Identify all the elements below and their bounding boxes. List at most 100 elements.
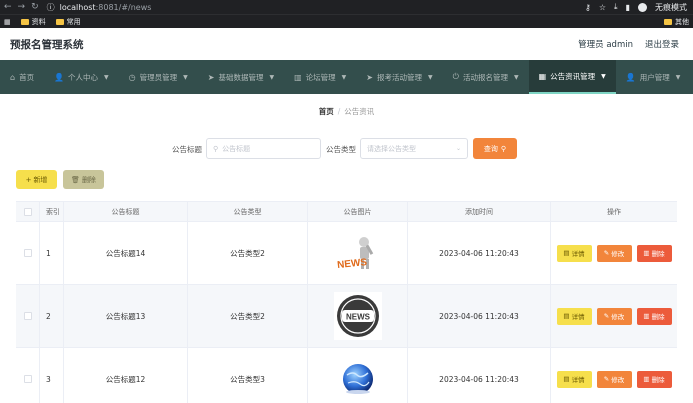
nav-item-forum[interactable]: ▥ 论坛管理 ▼	[284, 60, 356, 94]
news-table: 索引 公告标题 公告类型 公告图片 添加时间 操作 1 公告标题14 公告类型2…	[16, 201, 677, 403]
logout-link[interactable]: 退出登录	[645, 38, 679, 50]
batch-delete-button[interactable]: 🗑 删除	[63, 170, 104, 189]
app-title: 预报名管理系统	[10, 38, 84, 51]
star-icon[interactable]: ☆	[599, 3, 606, 12]
select-all-checkbox[interactable]	[23, 207, 32, 216]
title-search-input[interactable]: ⚲ 公告标题	[206, 138, 321, 159]
nav-item-exam-activity[interactable]: ➤ 报考活动管理 ▼	[356, 60, 442, 94]
title-label: 公告标题	[172, 145, 202, 154]
type-select[interactable]: 请选择公告类型 ⌄	[360, 138, 468, 159]
edit-button[interactable]: ✎ 修改	[596, 370, 632, 388]
bookmark-folder[interactable]: 常用	[55, 17, 81, 27]
nav-item-basic-data[interactable]: ➤ 基础数据管理 ▼	[198, 60, 284, 94]
column-header: 操作	[607, 207, 621, 216]
news-circle-image: NEWS	[333, 292, 382, 340]
edit-button[interactable]: ✎ 修改	[596, 244, 632, 262]
url-path: :8081/#/news	[95, 2, 152, 12]
row-checkbox[interactable]	[23, 375, 32, 383]
download-icon[interactable]: ⤓	[614, 2, 618, 12]
nav-item-news[interactable]: ▦ 公告资讯管理 ▼	[528, 60, 616, 94]
trash-icon: 🗑	[71, 175, 80, 184]
column-header: 公告类型	[188, 202, 308, 221]
table-header: 索引 公告标题 公告类型 公告图片 添加时间 操作	[16, 201, 677, 222]
row-type: 公告类型2	[188, 285, 308, 347]
row-title: 公告标题14	[64, 222, 188, 284]
nav-item-registration[interactable]: ⏻ 活动报名管理 ▼	[443, 60, 529, 94]
query-button[interactable]: 查询 ⚲	[473, 138, 517, 159]
nav-item-admin[interactable]: ◷ 管理员管理 ▼	[119, 60, 198, 94]
search-form: 公告标题 ⚲ 公告标题 公告类型 请选择公告类型 ⌄ 查询 ⚲	[0, 138, 693, 160]
folder-icon	[664, 18, 672, 25]
delete-button[interactable]: ▥ 删除	[636, 244, 672, 262]
delete-button[interactable]: ▥ 删除	[636, 370, 672, 388]
info-icon[interactable]: ⓘ	[47, 2, 55, 13]
detail-button[interactable]: ▤ 详情	[556, 244, 592, 262]
folder-icon	[55, 18, 64, 25]
chevron-down-icon: ▼	[601, 72, 606, 80]
row-time: 2023-04-06 11:20:43	[408, 285, 551, 347]
user-icon: 👤	[625, 72, 636, 82]
user-icon: 👤	[54, 72, 65, 82]
bookmark-folder[interactable]: 资料	[20, 17, 46, 27]
row-time: 2023-04-06 11:20:43	[408, 222, 551, 284]
search-icon: ⚲	[213, 144, 219, 153]
table-row: 1 公告标题14 公告类型2 NEWS 2023-04-06 11:20:43 …	[16, 222, 677, 285]
detail-button[interactable]: ▤ 详情	[556, 370, 592, 388]
edit-button[interactable]: ✎ 修改	[596, 307, 632, 325]
row-index: 1	[40, 222, 64, 284]
row-index: 2	[40, 285, 64, 347]
row-type: 公告类型3	[188, 348, 308, 403]
svg-text:NEWS: NEWS	[346, 313, 371, 322]
column-header: 公告图片	[308, 202, 408, 221]
chevron-down-icon: ▼	[183, 73, 188, 81]
nav-item-users[interactable]: 👤 用户管理 ▼	[616, 60, 691, 94]
news-globe-image	[334, 355, 382, 403]
delete-button[interactable]: ▥ 删除	[636, 307, 672, 325]
chevron-down-icon: ▼	[675, 73, 681, 81]
row-title: 公告标题12	[64, 348, 188, 403]
row-index: 3	[40, 348, 64, 403]
grid-icon: ▦	[538, 71, 547, 81]
pencil-icon: ✎	[603, 312, 610, 320]
breadcrumb-home[interactable]: 首页	[319, 107, 334, 116]
chevron-down-icon: ▼	[341, 73, 347, 81]
row-checkbox[interactable]	[23, 312, 32, 320]
detail-button[interactable]: ▤ 详情	[556, 307, 592, 325]
row-title: 公告标题13	[64, 285, 188, 347]
row-time: 2023-04-06 11:20:43	[408, 348, 551, 403]
back-arrow-icon[interactable]: ←	[4, 2, 12, 12]
bookmark-folder-other[interactable]: 其他	[664, 17, 693, 27]
home-icon: ⌂	[10, 72, 16, 82]
table-row: 2 公告标题13 公告类型2 NEWS 2023-04-06 11:20:43 …	[16, 285, 677, 348]
forward-arrow-icon[interactable]: →	[18, 2, 26, 12]
title-placeholder: 公告标题	[222, 144, 251, 153]
document-icon: ▤	[563, 375, 570, 383]
search-icon: ⚲	[500, 144, 507, 153]
browser-toolbar: ← → ↻ ⓘ localhost:8081/#/news ⚷ ☆ ⤓ ▮ 无痕…	[0, 0, 693, 14]
chevron-down-icon: ▼	[104, 73, 109, 81]
sidebar-icon[interactable]: ▮	[626, 3, 630, 12]
column-header: 添加时间	[408, 202, 551, 221]
column-header: 公告标题	[64, 202, 188, 221]
apps-icon[interactable]: ▦	[4, 18, 11, 26]
send-icon: ➤	[207, 72, 215, 82]
reload-icon[interactable]: ↻	[31, 2, 39, 12]
type-placeholder: 请选择公告类型	[367, 144, 416, 153]
address-bar[interactable]: ⓘ localhost:8081/#/news	[47, 2, 152, 13]
send-icon: ➤	[366, 72, 373, 82]
column-header: 索引	[40, 202, 64, 221]
trash-icon: ▥	[643, 375, 650, 383]
row-checkbox[interactable]	[23, 249, 32, 257]
chevron-down-icon: ⌄	[455, 145, 461, 152]
type-label: 公告类型	[326, 145, 356, 154]
folder-icon	[20, 18, 29, 25]
plus-icon: +	[25, 175, 32, 184]
row-type: 公告类型2	[188, 222, 308, 284]
breadcrumb: 首页 / 公告资讯	[0, 106, 693, 117]
incognito-icon[interactable]	[638, 2, 647, 12]
main-nav: ⌂ 首页 👤 个人中心 ▼ ◷ 管理员管理 ▼ ➤ 基础数据管理 ▼ ▥ 论坛管…	[0, 60, 693, 94]
add-button[interactable]: + 新增	[16, 170, 57, 189]
nav-item-profile[interactable]: 👤 个人中心 ▼	[44, 60, 119, 94]
nav-item-home[interactable]: ⌂ 首页	[0, 60, 44, 94]
key-icon[interactable]: ⚷	[585, 3, 591, 12]
